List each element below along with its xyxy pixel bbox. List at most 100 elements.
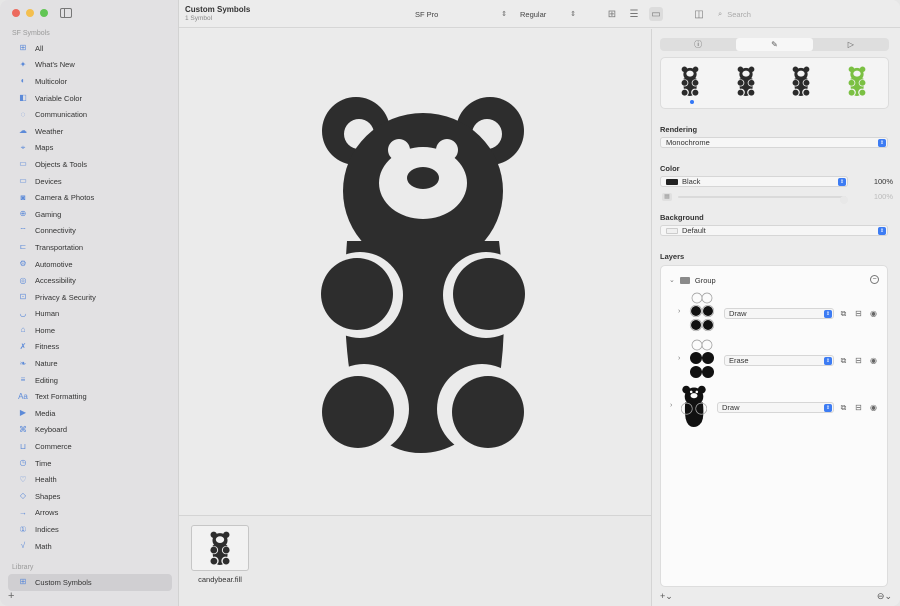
sidebar-item-commerce[interactable]: ⊔ Commerce <box>8 438 172 455</box>
inspector-toggle-icon[interactable]: ◫ <box>692 7 706 21</box>
color-popup[interactable]: Black ⇕ <box>660 176 848 187</box>
clip-icon[interactable]: ⊟ <box>854 309 863 318</box>
chevron-right-icon[interactable]: › <box>670 402 672 409</box>
weight-popup-value: Regular <box>520 9 547 19</box>
sidebar-item-health[interactable]: ♡ Health <box>8 471 172 488</box>
layer-mode-value: Erase <box>729 356 749 365</box>
remove-group-icon[interactable]: − <box>870 275 879 284</box>
sidebar-item-variable-color[interactable]: ◧ Variable Color <box>8 90 172 107</box>
slider-icon: ≡ <box>20 375 26 385</box>
grid-icon: ⊞ <box>19 43 27 53</box>
secondary-color-slider[interactable]: ▦ <box>660 192 848 204</box>
sidebar-item-time[interactable]: ◷ Time <box>8 455 172 472</box>
chevron-right-icon[interactable]: › <box>678 308 680 315</box>
inspector-panel: ⓘ ✎ ▷ Rendering Monochrome ⇕ Color Black… <box>651 29 900 606</box>
sidebar-item-home[interactable]: ⌂ Home <box>8 322 172 339</box>
sidebar-item-editing[interactable]: ≡ Editing <box>8 372 172 389</box>
duplicate-icon[interactable]: ⧉ <box>839 309 848 318</box>
category-list: ⊞ All ✦ What's New ◐ Multicolor ◧ Variable Colo… <box>8 40 172 554</box>
layer-row[interactable]: › Erase ⇕ ⧉ ⊟ ◉ <box>661 337 887 383</box>
slider-track <box>678 196 848 204</box>
sidebar-item-shapes[interactable]: ◇ Shapes <box>8 488 172 505</box>
background-popup[interactable]: Default ⇕ <box>660 225 888 236</box>
add-library-button[interactable]: + <box>8 590 14 602</box>
sidebar-item-human[interactable]: ◡ Human <box>8 306 172 323</box>
sidebar-item-maps[interactable]: ⌖ Maps <box>8 140 172 157</box>
list-view-icon[interactable]: ☰ <box>627 7 641 21</box>
sidebar-item-custom-symbols[interactable]: ⊞ Custom Symbols <box>8 574 172 591</box>
sidebar-item-automotive[interactable]: ⚙ Automotive <box>8 256 172 273</box>
sidebar-item-connectivity[interactable]: ⌔ Connectivity <box>8 223 172 240</box>
sidebar-item-label: Editing <box>35 375 58 385</box>
clip-icon[interactable]: ⊟ <box>854 356 863 365</box>
sidebar-item-text-formatting[interactable]: Aa Text Formatting <box>8 388 172 405</box>
clip-icon[interactable]: ⊟ <box>854 403 863 412</box>
chevron-right-icon[interactable]: › <box>678 355 680 362</box>
color-value: Black <box>682 177 701 186</box>
chevron-down-icon[interactable]: ⌄ <box>669 276 675 284</box>
paintbrush-icon[interactable]: ✎ <box>736 38 813 51</box>
visibility-icon[interactable]: ◉ <box>869 309 878 318</box>
layer-group-row[interactable]: ⌄ Group − <box>661 272 887 288</box>
sidebar-item-accessibility[interactable]: ◎ Accessibility <box>8 272 172 289</box>
sidebar-item-label: Shapes <box>35 491 61 501</box>
sidebar-item-keyboard[interactable]: ⌘ Keyboard <box>8 422 172 439</box>
grid-view-icon[interactable]: ⊞ <box>605 7 619 21</box>
search-field[interactable]: ⌕ Search <box>713 6 895 22</box>
zoom-window-button[interactable] <box>40 9 48 17</box>
sidebar-item-indices[interactable]: ① Indices <box>8 521 172 538</box>
gallery-view-icon[interactable]: ▭ <box>649 7 663 21</box>
car-icon: ⊏ <box>19 242 27 252</box>
rendering-variant-4[interactable] <box>848 66 866 96</box>
layer-row[interactable]: › Draw ⇕ ⧉ ⊟ ◉ <box>661 290 887 336</box>
sidebar-item-label: Text Formatting <box>35 392 87 402</box>
weight-popup[interactable]: Regular ⇕ <box>520 7 576 21</box>
close-window-button[interactable] <box>12 9 20 17</box>
rendering-variant-3[interactable] <box>792 66 810 96</box>
secondary-opacity-field[interactable]: 100% <box>863 192 893 203</box>
rendering-variant-1[interactable] <box>681 66 699 96</box>
layer-mode-popup[interactable]: Draw ⇕ <box>717 402 834 413</box>
minimize-window-button[interactable] <box>26 9 34 17</box>
layers-list: ⌄ Group − › Draw ⇕ ⧉ ⊟ ◉ › Erase ⇕ ⧉ ⊟ ◉… <box>660 265 888 587</box>
sidebar-item-nature[interactable]: ❧ Nature <box>8 355 172 372</box>
sidebar-item-objects-tools[interactable]: ▭ Objects & Tools <box>8 156 172 173</box>
sidebar-item-multicolor[interactable]: ◐ Multicolor <box>8 73 172 90</box>
section-title-sf-symbols: SF Symbols <box>12 30 50 37</box>
rendering-variant-2[interactable] <box>737 66 755 96</box>
sidebar-item-fitness[interactable]: ✗ Fitness <box>8 339 172 356</box>
sidebar-item-all[interactable]: ⊞ All <box>8 40 172 57</box>
visibility-icon[interactable]: ◉ <box>869 403 878 412</box>
sidebar-item-communication[interactable]: ◌ Communication <box>8 106 172 123</box>
palette-icon: ◐ <box>20 76 26 86</box>
rendering-popup[interactable]: Monochrome ⇕ <box>660 137 888 148</box>
sidebar-item-transportation[interactable]: ⊏ Transportation <box>8 239 172 256</box>
sidebar-item-what-s-new[interactable]: ✦ What's New <box>8 57 172 74</box>
duplicate-icon[interactable]: ⧉ <box>839 403 848 412</box>
camera-icon: ◙ <box>20 192 26 202</box>
sidebar-item-privacy-security[interactable]: ⊡ Privacy & Security <box>8 289 172 306</box>
slider-knob[interactable] <box>840 196 848 204</box>
sidebar-item-arrows[interactable]: → Arrows <box>8 505 172 522</box>
sidebar-item-math[interactable]: √ Math <box>8 538 172 555</box>
sidebar-item-gaming[interactable]: ⊕ Gaming <box>8 206 172 223</box>
sidebar-item-label: Home <box>35 325 56 335</box>
font-popup[interactable]: SF Pro ⇕ <box>415 7 507 21</box>
sidebar-toggle-icon[interactable] <box>60 8 72 18</box>
info-icon[interactable]: ⓘ <box>660 38 736 51</box>
duplicate-icon[interactable]: ⧉ <box>839 356 848 365</box>
play-icon[interactable]: ▷ <box>813 38 889 51</box>
sidebar-item-label: Indices <box>35 525 59 535</box>
visibility-icon[interactable]: ◉ <box>869 356 878 365</box>
sidebar-item-media[interactable]: ▶ Media <box>8 405 172 422</box>
layer-mode-popup[interactable]: Erase ⇕ <box>724 355 834 366</box>
symbol-thumbnail[interactable] <box>191 525 249 571</box>
layer-row[interactable]: › Draw ⇕ ⧉ ⊟ ◉ <box>661 384 887 430</box>
sidebar-item-devices[interactable]: ▭ Devices <box>8 173 172 190</box>
layer-mode-popup[interactable]: Draw ⇕ <box>724 308 834 319</box>
sidebar-item-camera-photos[interactable]: ◙ Camera & Photos <box>8 189 172 206</box>
color-opacity-field[interactable]: 100% <box>863 177 893 188</box>
more-options-icon[interactable]: ⊖⌄ <box>877 591 892 602</box>
sidebar-item-weather[interactable]: ☁ Weather <box>8 123 172 140</box>
add-layer-button[interactable]: +⌄ <box>660 591 673 602</box>
